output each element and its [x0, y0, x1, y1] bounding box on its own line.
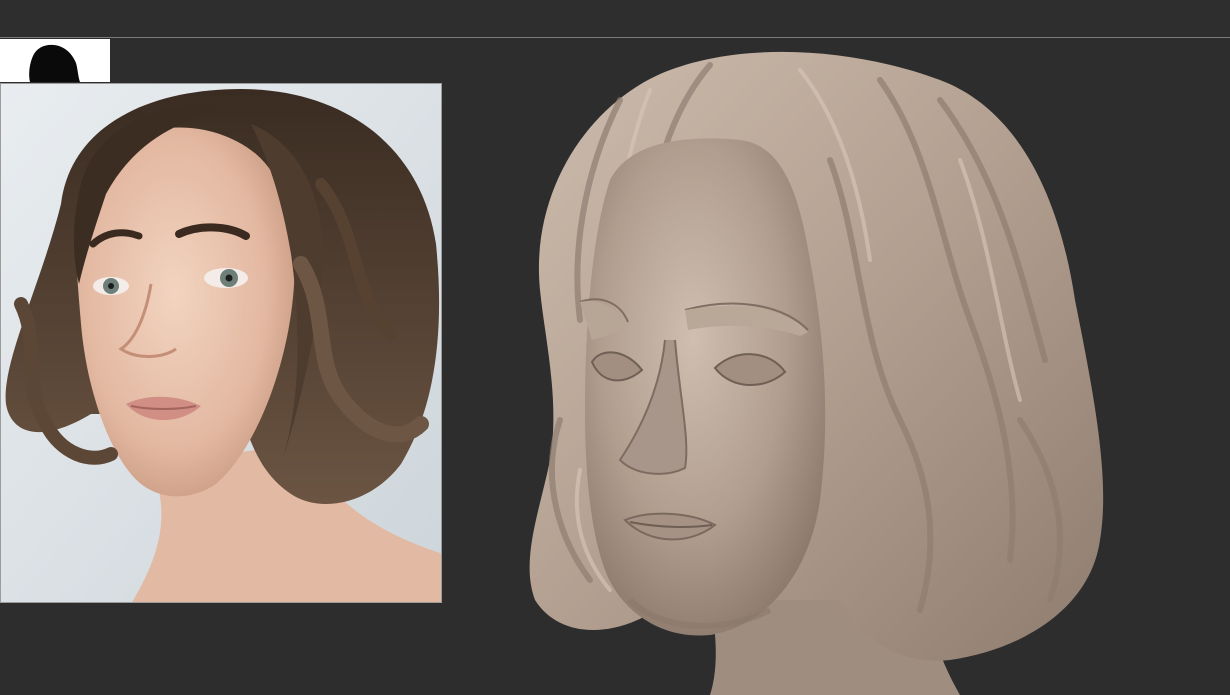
head-silhouette-icon: [29, 44, 80, 82]
top-toolbar-area: [0, 0, 1230, 37]
reference-thumbnail[interactable]: [0, 39, 110, 82]
reference-photo: [0, 83, 442, 603]
sculpt-viewport[interactable]: [0, 0, 1230, 695]
clay-head-bust: [529, 51, 1104, 695]
portrait-image: [1, 84, 441, 602]
toolbar-divider: [0, 37, 1230, 38]
sculpt-model-render[interactable]: [500, 40, 1140, 695]
